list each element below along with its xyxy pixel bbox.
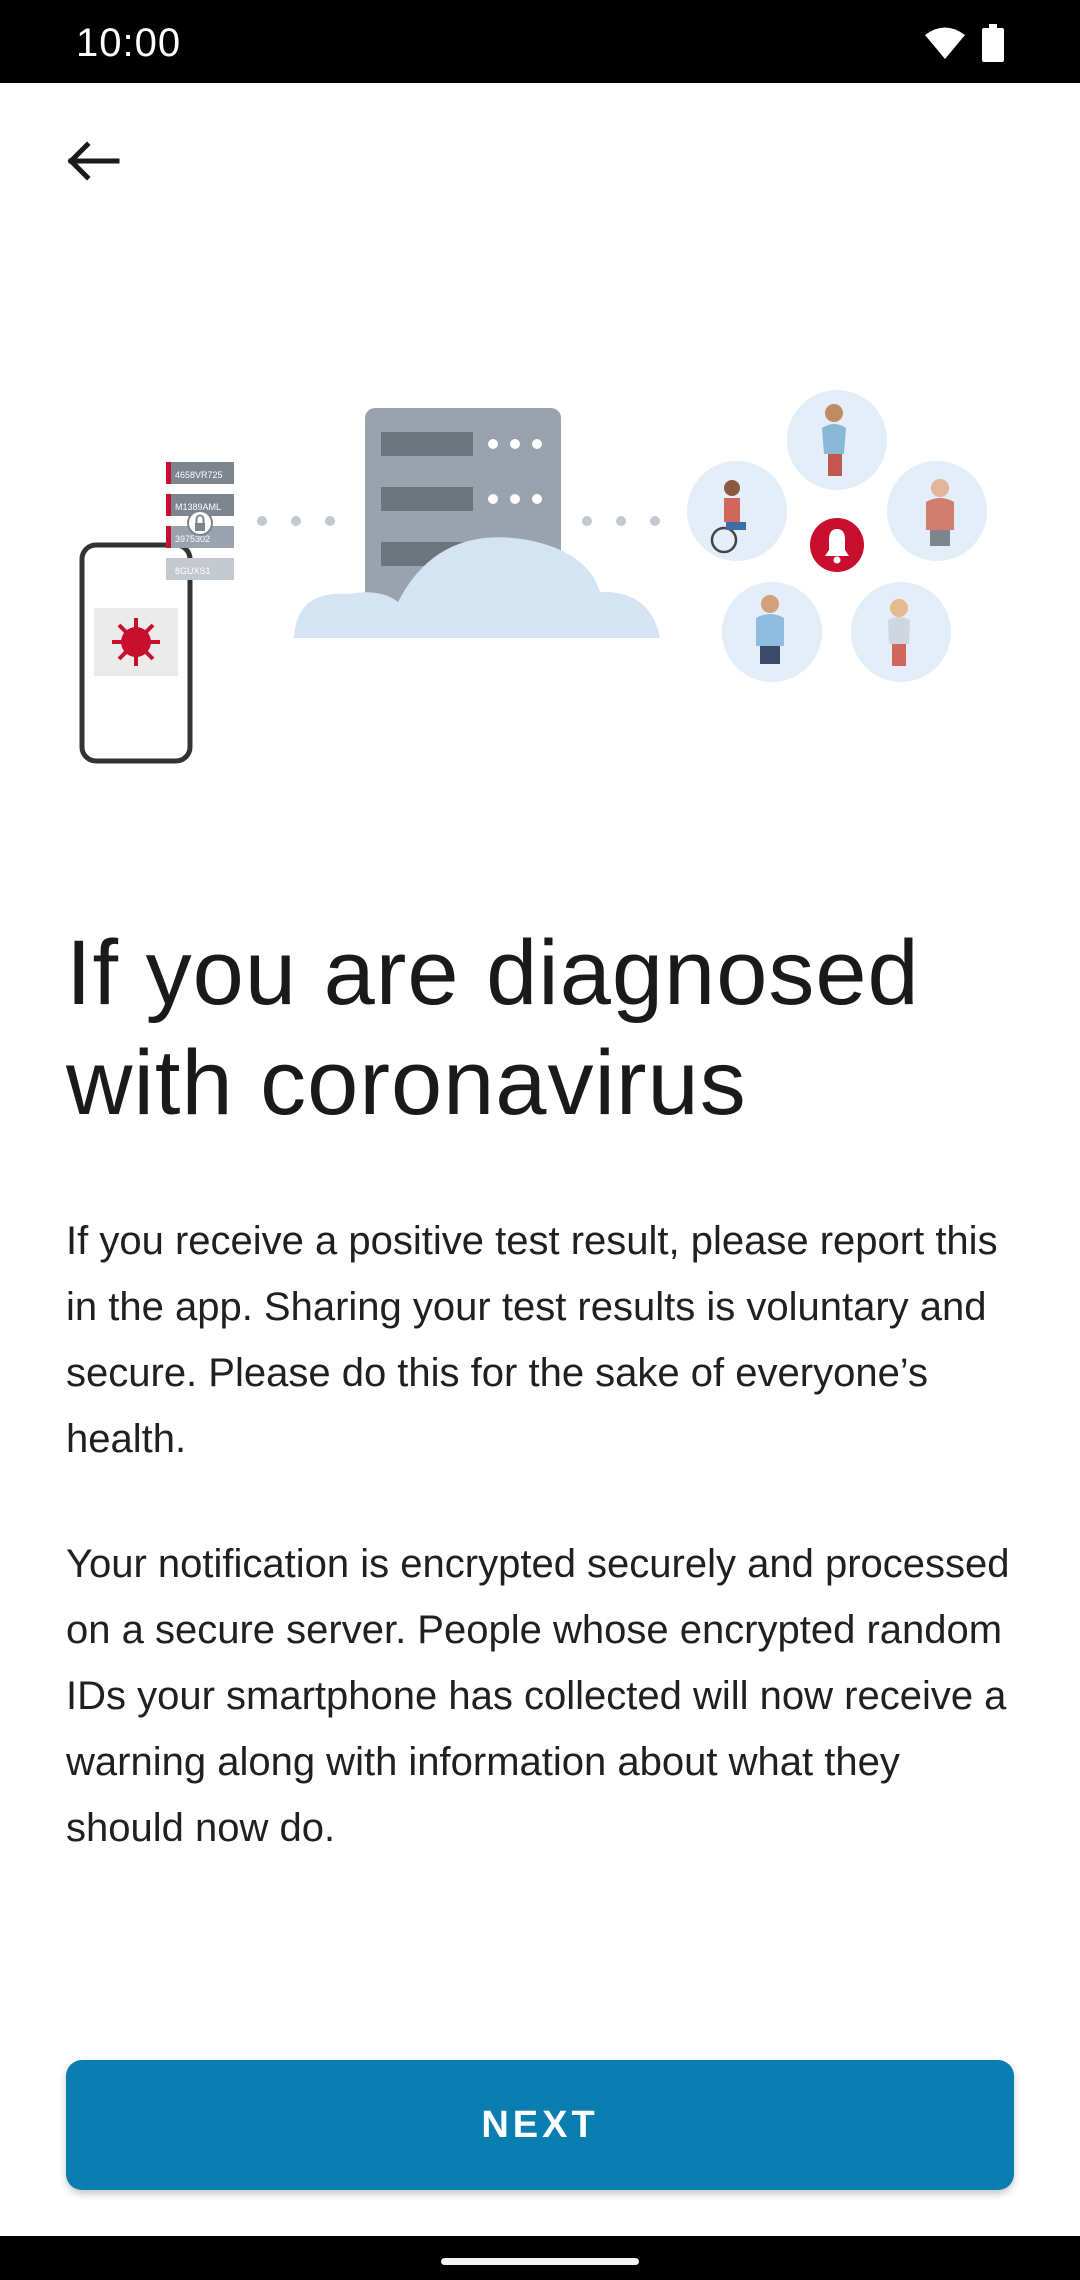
status-icons — [924, 24, 1004, 62]
contacts-group — [687, 390, 987, 682]
id-list: 4658VR725 M1389AML 3975302 8GUXS1 — [166, 462, 234, 580]
body-paragraph-2: Your notification is encrypted securely … — [66, 1542, 1010, 1850]
next-button[interactable]: NEXT — [66, 2060, 1014, 2190]
body-paragraph-1: If you receive a positive test result, p… — [66, 1219, 998, 1461]
back-button[interactable] — [48, 116, 138, 206]
id-tag-4: 8GUXS1 — [175, 566, 211, 576]
cloud-icon — [294, 537, 660, 638]
battery-icon — [982, 24, 1004, 62]
id-tag-3: 3975302 — [175, 534, 210, 544]
home-handle[interactable] — [441, 2258, 639, 2265]
status-bar: 10:00 — [0, 0, 1080, 83]
wifi-icon — [925, 27, 965, 59]
arrow-left-icon — [67, 141, 120, 181]
lock-icon — [195, 523, 205, 531]
status-time: 10:00 — [76, 21, 182, 65]
illustration: 4658VR725 M1389AML 3975302 8GUXS1 — [60, 380, 1020, 780]
id-tag-1: 4658VR725 — [175, 470, 223, 480]
page-title: If you are diagnosed with coronavirus — [66, 922, 920, 1134]
